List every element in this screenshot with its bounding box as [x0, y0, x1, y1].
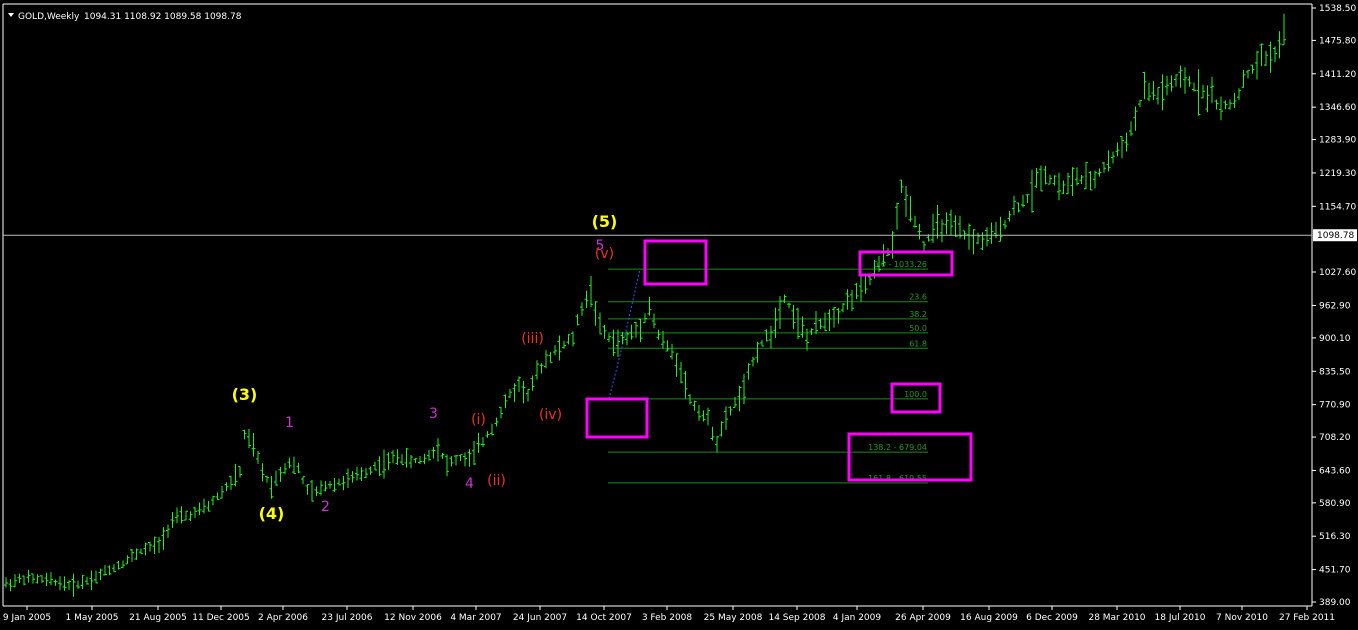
y-tick-label: 580.90	[1319, 499, 1351, 509]
wave-label[interactable]: 3	[429, 406, 438, 422]
wave-label[interactable]: 4	[465, 476, 474, 492]
x-tick-label: 24 Jun 2007	[513, 613, 567, 623]
y-tick-label: 835.50	[1319, 367, 1351, 377]
y-tick-label: 1027.60	[1319, 268, 1356, 278]
current-price-label: 1098.78	[1317, 231, 1354, 241]
x-tick-label: 14 Oct 2007	[576, 613, 632, 623]
y-tick-label: 1475.80	[1319, 36, 1356, 46]
y-tick-label: 389.00	[1319, 598, 1351, 608]
y-tick-label: 1538.50	[1319, 4, 1356, 14]
fib-level-label: 38.2	[909, 310, 927, 319]
fib-level-label: 0.0 - 1033.26	[873, 260, 927, 269]
y-tick-label: 1346.60	[1319, 103, 1356, 113]
x-tick-label: 7 Nov 2010	[1216, 613, 1268, 623]
wave-label[interactable]: (iii)	[521, 331, 544, 347]
y-tick-label: 962.90	[1319, 301, 1351, 311]
wave-label[interactable]: (i)	[471, 412, 486, 428]
y-tick-label: 643.60	[1319, 466, 1351, 476]
price-chart[interactable]: 0.0 - 1033.26 23.6 38.2 50.0 61.8 100.0 138.2 …	[0, 0, 1358, 626]
x-tick-label: 21 Aug 2005	[129, 613, 187, 623]
x-tick-label: 3 Feb 2008	[642, 613, 693, 623]
x-tick-label: 1 May 2005	[66, 613, 119, 623]
fib-level-label: 161.8 - 619.55	[868, 474, 927, 483]
chart-background	[0, 0, 1358, 626]
wave-label[interactable]: (4)	[259, 504, 285, 523]
fib-level-label: 100.0	[904, 390, 927, 399]
x-tick-label: 4 Mar 2007	[450, 613, 501, 623]
wave-label[interactable]: 1	[285, 415, 294, 431]
x-tick-label: 14 Sep 2008	[768, 613, 825, 623]
x-tick-label: 23 Jul 2006	[322, 613, 373, 623]
ohlc-values: 1094.31 1108.92 1089.58 1098.78	[84, 12, 242, 22]
y-tick-label: 1283.90	[1319, 136, 1356, 146]
wave-label[interactable]: (3)	[232, 385, 258, 404]
x-tick-label: 28 Mar 2010	[1088, 613, 1145, 623]
fib-level-label: 61.8	[909, 339, 927, 348]
wave-label[interactable]: (v)	[595, 246, 614, 262]
y-tick-label: 708.20	[1319, 433, 1351, 443]
chart-header: GOLD,Weekly 1094.31 1108.92 1089.58 1098…	[8, 12, 242, 22]
x-tick-label: 18 Jul 2010	[1155, 613, 1206, 623]
symbol-timeframe: GOLD,Weekly	[18, 12, 80, 22]
y-tick-label: 1219.30	[1319, 169, 1356, 179]
y-tick-label: 770.90	[1319, 401, 1351, 411]
y-tick-label: 1411.20	[1319, 70, 1356, 80]
wave-label[interactable]: (5)	[592, 212, 618, 231]
x-tick-label: 9 Jan 2005	[3, 613, 51, 623]
y-tick-label: 451.70	[1319, 566, 1351, 576]
x-tick-label: 2 Apr 2006	[258, 613, 308, 623]
fib-level-label: 50.0	[909, 324, 927, 333]
x-tick-label: 26 Apr 2009	[895, 613, 951, 623]
y-tick-label: 900.10	[1319, 334, 1351, 344]
x-tick-label: 4 Jan 2009	[833, 613, 881, 623]
wave-label[interactable]: (iv)	[539, 407, 562, 423]
x-tick-label: 16 Aug 2009	[960, 613, 1018, 623]
fib-level-label: 138.2 - 679.04	[868, 443, 927, 452]
chart-window[interactable]: 0.0 - 1033.26 23.6 38.2 50.0 61.8 100.0 138.2 …	[0, 0, 1358, 626]
x-tick-label: 27 Feb 2011	[1279, 613, 1335, 623]
x-tick-label: 25 May 2008	[704, 613, 763, 623]
fib-level-label: 23.6	[909, 293, 927, 302]
y-tick-label: 1154.70	[1319, 202, 1356, 212]
x-tick-label: 11 Dec 2005	[192, 613, 250, 623]
wave-label[interactable]: (ii)	[487, 473, 506, 489]
x-tick-label: 12 Nov 2006	[384, 613, 442, 623]
y-tick-label: 516.30	[1319, 532, 1351, 542]
x-tick-label: 6 Dec 2009	[1026, 613, 1078, 623]
wave-label[interactable]: 2	[321, 499, 330, 515]
